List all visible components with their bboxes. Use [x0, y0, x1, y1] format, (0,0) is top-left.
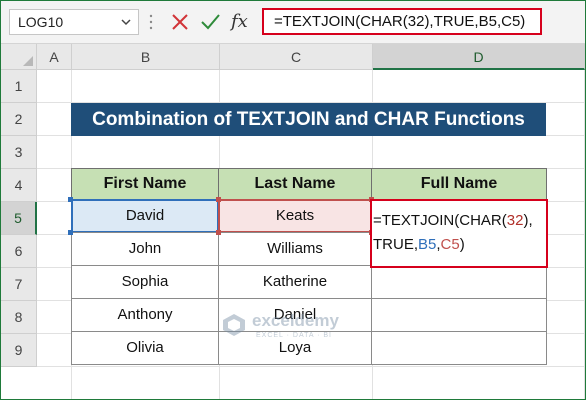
- row-header-5[interactable]: 5: [1, 202, 37, 235]
- check-icon[interactable]: [199, 11, 221, 33]
- range-handle-c5[interactable]: [216, 197, 221, 202]
- select-all-button[interactable]: [1, 44, 37, 70]
- cancel-x-icon[interactable]: [169, 11, 191, 33]
- column-header-d[interactable]: D: [373, 44, 585, 70]
- select-all-triangle-icon: [23, 56, 33, 66]
- formula-line-2: TRUE,B5,C5): [373, 236, 465, 253]
- header-full-name[interactable]: Full Name: [371, 168, 547, 200]
- sheet-title[interactable]: Combination of TEXTJOIN and CHAR Functio…: [71, 103, 546, 136]
- row-header-4[interactable]: 4: [1, 169, 37, 202]
- cell-b8[interactable]: Anthony: [71, 298, 219, 332]
- formula-char-arg: 32: [506, 212, 524, 229]
- cell-c5[interactable]: Keats: [218, 199, 372, 233]
- row-header-6[interactable]: 6: [1, 235, 37, 268]
- watermark-name: exceldemy: [252, 311, 339, 330]
- row-header-9[interactable]: 9: [1, 334, 37, 367]
- range-handle-c5[interactable]: [216, 230, 221, 235]
- row-header-2[interactable]: 2: [1, 103, 37, 136]
- formula-text: =TEXTJOIN(CHAR(32),TRUE,B5,C5): [274, 13, 526, 30]
- formula-bar: LOG10 fx =TEXTJOIN(CHAR(32),TRUE,B5,C5): [1, 1, 585, 44]
- cell-d7[interactable]: [371, 265, 547, 299]
- watermark: exceldemy EXCEL · DATA · BI: [222, 309, 362, 347]
- cell-b5[interactable]: David: [71, 199, 219, 233]
- cell-d9[interactable]: [371, 331, 547, 365]
- chevron-down-icon[interactable]: [120, 16, 132, 28]
- cell-b7[interactable]: Sophia: [71, 265, 219, 299]
- column-header-b[interactable]: B: [72, 44, 220, 70]
- header-first-name[interactable]: First Name: [71, 168, 219, 200]
- row-header-1[interactable]: 1: [1, 70, 37, 103]
- cell-b6[interactable]: John: [71, 232, 219, 266]
- formula-end: ): [459, 236, 465, 253]
- formula-close: ),: [523, 212, 533, 229]
- name-box-value: LOG10: [18, 14, 64, 30]
- exceldemy-logo-icon: [223, 314, 245, 336]
- formula-bool: TRUE,: [373, 236, 418, 253]
- range-handle-b5[interactable]: [68, 197, 73, 202]
- range-handle-b5[interactable]: [68, 230, 73, 235]
- resize-handle-icon[interactable]: [149, 13, 153, 31]
- formula-line-1: =TEXTJOIN(CHAR(32),: [373, 212, 533, 229]
- formula-ref-b5: B5: [418, 236, 437, 253]
- gridline: [37, 366, 585, 367]
- cell-d8[interactable]: [371, 298, 547, 332]
- header-last-name[interactable]: Last Name: [218, 168, 372, 200]
- cell-c6[interactable]: Williams: [218, 232, 372, 266]
- row-header-8[interactable]: 8: [1, 301, 37, 334]
- cell-d5-editor[interactable]: =TEXTJOIN(CHAR(32), TRUE,B5,C5): [370, 199, 548, 268]
- cell-c7[interactable]: Katherine: [218, 265, 372, 299]
- formula-input[interactable]: =TEXTJOIN(CHAR(32),TRUE,B5,C5): [262, 8, 542, 35]
- name-box[interactable]: LOG10: [9, 9, 139, 35]
- row-header-7[interactable]: 7: [1, 268, 37, 301]
- cell-b9[interactable]: Olivia: [71, 331, 219, 365]
- watermark-tagline: EXCEL · DATA · BI: [256, 332, 332, 339]
- column-header-a[interactable]: A: [37, 44, 72, 70]
- formula-ref-c5: C5: [440, 236, 460, 253]
- row-header-3[interactable]: 3: [1, 136, 37, 169]
- column-header-c[interactable]: C: [220, 44, 373, 70]
- insert-function-button[interactable]: fx: [231, 11, 253, 33]
- formula-fn: =TEXTJOIN(CHAR(: [373, 212, 507, 229]
